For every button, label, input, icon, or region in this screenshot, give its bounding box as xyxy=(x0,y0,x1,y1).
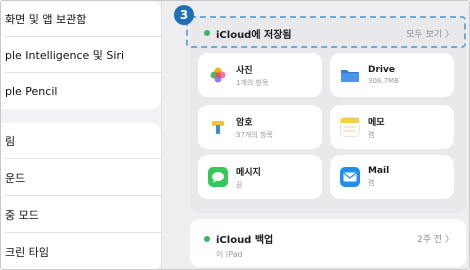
tile-photos[interactable]: 사진 1개의 항목 xyxy=(198,53,322,97)
window: 화면 및 앱 보관함 ple Intelligence 및 Siri ple P… xyxy=(0,0,470,270)
keychain-icon xyxy=(208,117,228,137)
tile-passwords[interactable]: 암호 37개의 항목 xyxy=(198,105,322,149)
tile-title: Mail xyxy=(368,166,390,176)
sidebar-item-intelligence-siri[interactable]: ple Intelligence 및 Siri xyxy=(1,37,161,73)
sidebar-group-2: 림 운드 중 모드 크린 타임 xyxy=(1,123,161,269)
tile-subtitle: 1개의 항목 xyxy=(236,78,269,87)
tile-title: 메시지 xyxy=(236,167,261,178)
notes-icon xyxy=(340,117,360,137)
sidebar-item-label: ple Intelligence 및 Siri xyxy=(5,49,125,62)
callout-number-badge: 3 xyxy=(174,5,194,25)
tile-subtitle: 끔 xyxy=(236,180,243,189)
tile-title: Drive xyxy=(368,65,395,75)
icloud-backup-device: 이 iPad xyxy=(216,250,243,259)
sidebar-item-sounds[interactable]: 운드 xyxy=(1,160,161,196)
sidebar-item-label: 중 모드 xyxy=(5,209,39,222)
tile-title: 사진 xyxy=(236,65,253,76)
saved-to-icloud-title: iCloud에 저장됨 xyxy=(216,29,292,41)
icloud-backup-time: 2주 전 〉 xyxy=(416,235,454,245)
see-all-link[interactable]: 모두 보기 〉 xyxy=(406,27,454,40)
mail-icon xyxy=(340,167,360,187)
saved-to-icloud-header[interactable]: iCloud에 저장됨 모두 보기 〉 xyxy=(204,23,454,43)
sidebar-item-home-screen[interactable]: 화면 및 앱 보관함 xyxy=(1,1,161,37)
tile-notes[interactable]: 메모 켬 xyxy=(330,105,454,149)
sidebar-item-label: 크린 타임 xyxy=(5,246,49,259)
sidebar-item-label: 화면 및 앱 보관함 xyxy=(5,13,87,26)
tile-subtitle: 켬 xyxy=(368,130,375,139)
icloud-panel: 3 iCloud에 저장됨 모두 보기 〉 사진 1개의 항목 Drive 30… xyxy=(161,1,469,269)
tile-title: 암호 xyxy=(236,117,253,128)
photos-icon xyxy=(208,65,228,85)
sidebar-item-apple-pencil[interactable]: ple Pencil xyxy=(1,73,161,109)
sidebar-group-1: 화면 및 앱 보관함 ple Intelligence 및 Siri ple P… xyxy=(1,1,161,109)
tile-subtitle: 37개의 항목 xyxy=(236,130,273,139)
tile-subtitle: 켬 xyxy=(368,179,375,187)
icloud-backup-row: iCloud 백업 2주 전 〉 xyxy=(204,231,454,246)
folder-icon xyxy=(340,65,360,85)
sidebar: 화면 및 앱 보관함 ple Intelligence 및 Siri ple P… xyxy=(1,1,161,269)
tile-messages[interactable]: 메시지 끔 xyxy=(198,155,322,199)
tile-subtitle: 308.7MB xyxy=(368,77,399,85)
status-dot-icon xyxy=(204,235,210,242)
tile-mail[interactable]: Mail 켬 xyxy=(330,155,454,199)
messages-icon xyxy=(208,167,228,187)
status-dot-icon xyxy=(204,30,210,36)
sidebar-item-focus[interactable]: 중 모드 xyxy=(1,197,161,233)
icloud-backup-card[interactable]: iCloud 백업 2주 전 〉 이 iPad xyxy=(190,219,466,267)
sidebar-item-label: 운드 xyxy=(5,172,26,185)
sidebar-item-notifications[interactable]: 림 xyxy=(1,123,161,159)
tile-drive[interactable]: Drive 308.7MB xyxy=(330,53,454,97)
sidebar-item-screen-time[interactable]: 크린 타임 xyxy=(1,234,161,269)
sidebar-item-label: 림 xyxy=(5,135,16,148)
icloud-backup-title: iCloud 백업 xyxy=(216,235,274,246)
tile-title: 메모 xyxy=(368,117,385,128)
sidebar-item-label: ple Pencil xyxy=(5,84,58,98)
